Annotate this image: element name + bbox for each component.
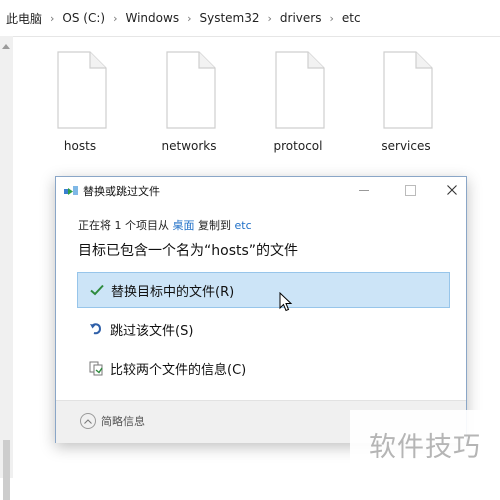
breadcrumb-item-system32[interactable]: System32 <box>195 11 263 25</box>
breadcrumb-item-windows[interactable]: Windows <box>122 11 184 25</box>
file-name: hosts <box>63 139 97 153</box>
breadcrumb-item-etc[interactable]: etc <box>338 11 365 25</box>
mouse-cursor-icon <box>279 292 293 312</box>
compare-files-option[interactable]: 比较两个文件的信息(C) <box>77 350 450 386</box>
file-icon <box>383 51 433 129</box>
chevron-up-icon <box>80 413 96 429</box>
maximize-button[interactable] <box>392 177 428 203</box>
destination-folder-link[interactable]: etc <box>235 219 252 232</box>
maximize-icon <box>404 184 416 196</box>
breadcrumb: 此电脑 › OS (C:) › Windows › System32 › dri… <box>0 0 500 37</box>
compare-files-label: 比较两个文件的信息(C) <box>110 362 247 378</box>
minimize-icon <box>359 189 369 191</box>
replace-or-skip-dialog: 替换或跳过文件 正在将 1 个项目从 桌面 复制到 etc 目标已包含一个名为“… <box>55 176 467 443</box>
breadcrumb-separator-icon: › <box>50 11 55 25</box>
replace-file-label: 替换目标中的文件(R) <box>111 284 235 300</box>
scrollbar-thumb[interactable] <box>3 440 10 500</box>
navigation-pane-scrollbar[interactable] <box>0 36 13 500</box>
breadcrumb-separator-icon: › <box>187 11 192 25</box>
conflict-headline: 目标已包含一个名为“hosts”的文件 <box>78 243 299 259</box>
fewer-details-button[interactable]: 简略信息 <box>80 413 145 429</box>
copy-info-prefix: 正在将 1 个项目从 <box>78 219 169 232</box>
minimize-button[interactable] <box>346 177 382 203</box>
copy-info-line: 正在将 1 个项目从 桌面 复制到 etc <box>78 217 252 233</box>
file-item-services[interactable]: services <box>366 50 446 160</box>
file-copy-icon <box>64 186 78 195</box>
breadcrumb-item-drivers[interactable]: drivers <box>276 11 326 25</box>
file-icon <box>57 51 107 129</box>
watermark: 软件技巧 <box>350 410 500 478</box>
file-icon <box>275 51 325 129</box>
breadcrumb-separator-icon: › <box>329 11 334 25</box>
file-name: protocol <box>273 139 323 153</box>
breadcrumb-item-os-drive[interactable]: OS (C:) <box>58 11 109 25</box>
file-item-networks[interactable]: networks <box>149 50 229 160</box>
skip-arrow-icon <box>89 322 103 336</box>
check-icon <box>90 283 104 297</box>
close-button[interactable] <box>434 177 470 203</box>
watermark-text: 软件技巧 <box>369 431 481 463</box>
file-name: networks <box>161 139 217 153</box>
breadcrumb-separator-icon: › <box>267 11 272 25</box>
skip-file-option[interactable]: 跳过该文件(S) <box>77 311 450 347</box>
copy-info-middle: 复制到 <box>198 219 231 232</box>
replace-file-option[interactable]: 替换目标中的文件(R) <box>77 272 450 308</box>
skip-file-label: 跳过该文件(S) <box>110 323 194 339</box>
file-icon <box>166 51 216 129</box>
close-icon <box>447 185 457 195</box>
file-item-hosts[interactable]: hosts <box>40 50 120 160</box>
source-folder-link[interactable]: 桌面 <box>173 219 195 232</box>
breadcrumb-item-this-pc[interactable]: 此电脑 <box>0 10 46 27</box>
dialog-title: 替换或跳过文件 <box>83 185 160 198</box>
file-item-protocol[interactable]: protocol <box>258 50 338 160</box>
scroll-up-arrow-icon[interactable] <box>2 44 10 49</box>
fewer-details-label: 简略信息 <box>101 415 145 428</box>
dialog-titlebar[interactable]: 替换或跳过文件 <box>56 177 466 203</box>
breadcrumb-separator-icon: › <box>113 11 118 25</box>
file-name: services <box>381 139 431 153</box>
compare-files-icon <box>89 361 103 375</box>
